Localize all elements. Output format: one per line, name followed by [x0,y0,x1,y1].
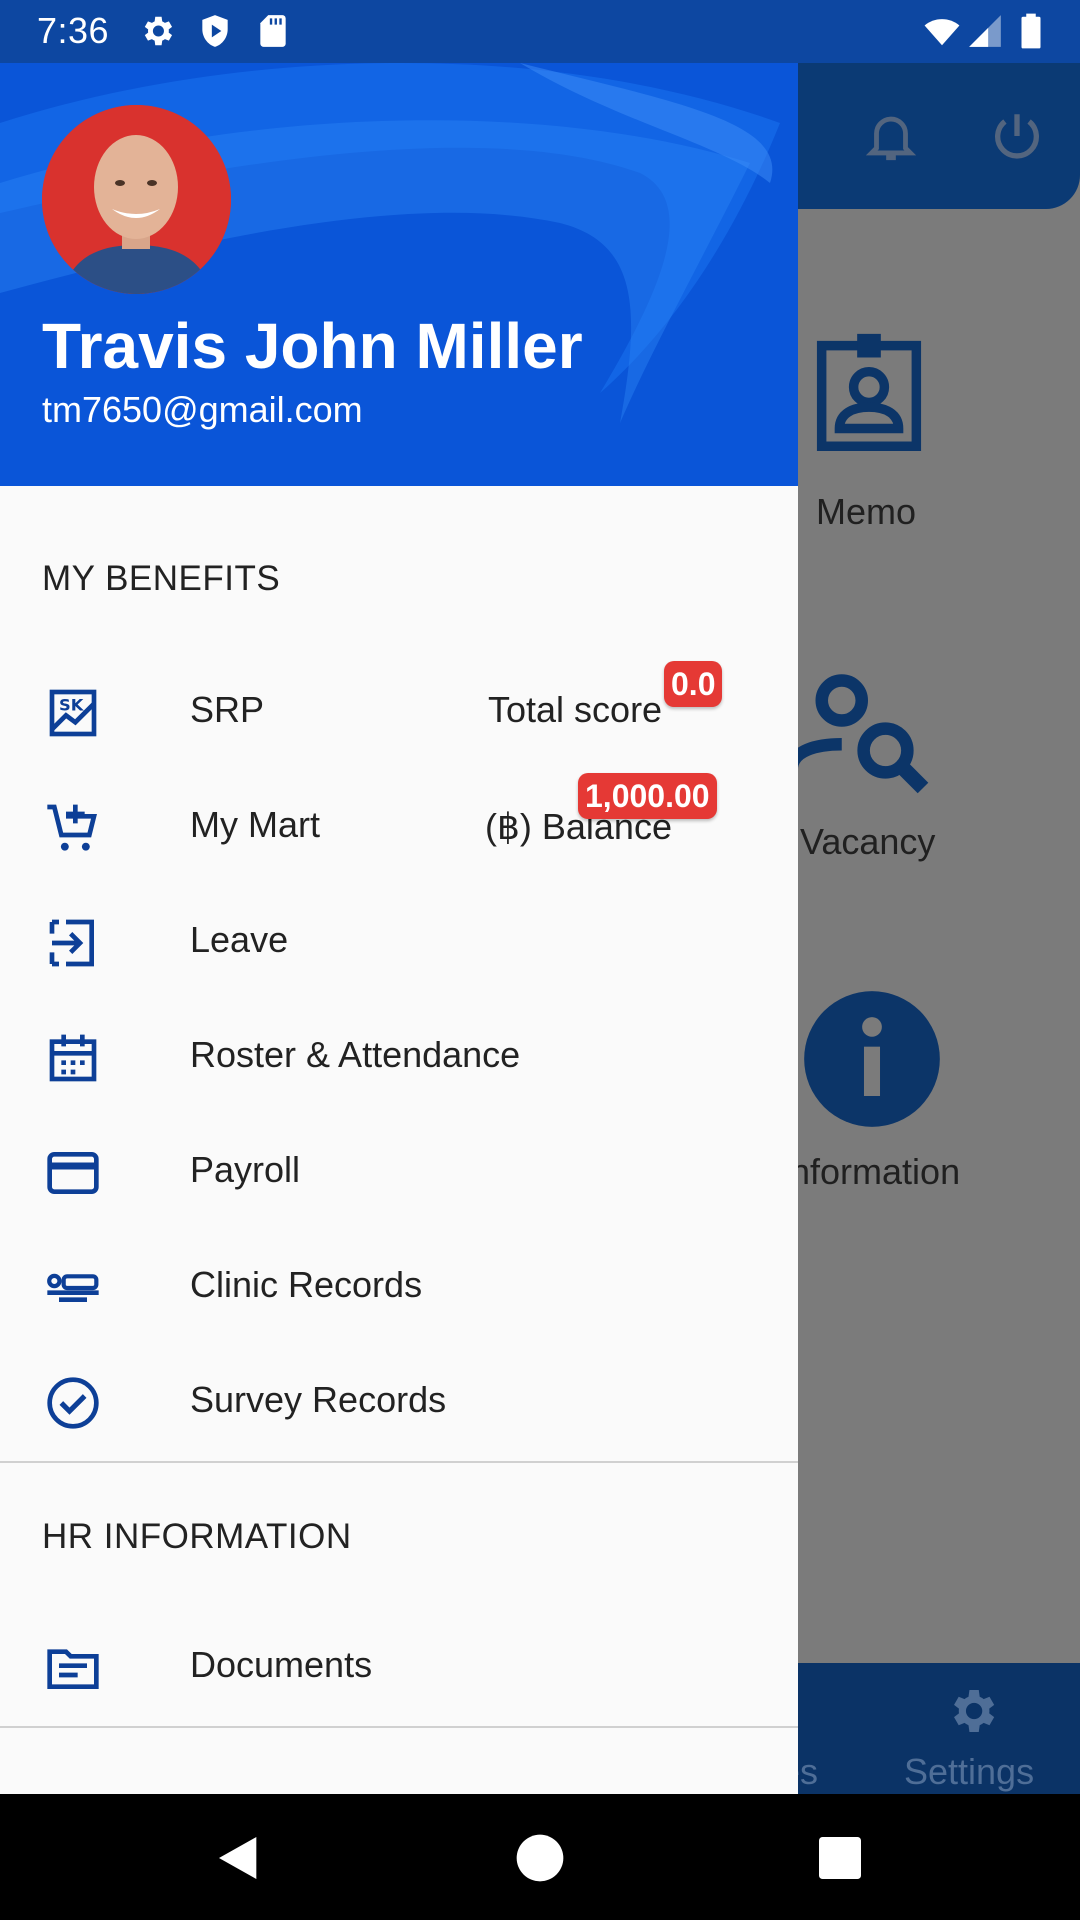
calendar-icon [44,1030,102,1086]
balance-badge: 1,000.00 [578,773,717,819]
score-badge: 0.0 [664,661,723,707]
menu-label: My Mart [190,804,320,845]
menu-label: Documents [190,1644,373,1685]
wifi-icon [920,12,964,50]
user-name: Travis John Miller [42,310,583,382]
menu-item-clinic-records[interactable]: Clinic Records [0,1236,798,1336]
badge-icon[interactable] [798,313,940,473]
section-divider [0,1726,798,1728]
battery-icon [1014,12,1048,50]
status-bar: 7:36 [0,0,1080,63]
bed-icon [44,1260,102,1316]
document-icon [44,1640,102,1696]
person-search-icon[interactable] [785,663,948,813]
avatar[interactable] [42,105,231,294]
tile-label-information: nformation [790,1151,961,1192]
menu-item-documents[interactable]: Documents [0,1616,798,1716]
system-navigation-bar [0,1794,1080,1920]
total-score-label: Total score [488,689,663,730]
section-title-hr-information: HR INFORMATION [42,1517,352,1556]
menu-label: SRP [190,689,265,730]
tile-label-memo: Memo [816,491,917,532]
svg-text:SK: SK [59,696,85,715]
leave-icon [44,915,102,971]
section-title-my-benefits: MY BENEFITS [42,559,281,598]
user-email: tm7650@gmail.com [42,389,363,430]
bottom-nav-settings-label[interactable]: Settings [904,1751,1034,1793]
menu-item-srp[interactable]: SK SRP Total score 0.0 [0,661,798,761]
recents-icon[interactable] [812,1830,868,1886]
bell-icon[interactable] [862,107,920,165]
srp-icon: SK [44,685,102,741]
menu-item-survey-records[interactable]: Survey Records [0,1351,798,1451]
menu-item-payroll[interactable]: Payroll [0,1121,798,1221]
add-cart-icon [44,800,102,856]
section-divider [0,1461,798,1463]
shield-play-icon [196,12,234,50]
menu-label: Clinic Records [190,1264,423,1305]
menu-label: Roster & Attendance [190,1034,521,1075]
gear-icon[interactable] [944,1683,1000,1739]
menu-label: Leave [190,919,289,960]
menu-label: Survey Records [190,1379,447,1420]
info-icon[interactable] [798,981,946,1137]
menu-item-roster-attendance[interactable]: Roster & Attendance [0,1006,798,1106]
check-circle-icon [44,1375,102,1431]
back-icon[interactable] [212,1830,268,1886]
tile-label-vacancy: Vacancy [800,821,936,862]
gear-icon [138,12,176,50]
status-time: 7:36 [37,10,110,51]
signal-icon [966,12,1004,50]
drawer-header: Travis John Miller tm7650@gmail.com [0,63,798,486]
credit-card-icon [44,1145,102,1201]
menu-item-my-mart[interactable]: My Mart (฿) Balance 1,000.00 [0,773,798,876]
navigation-drawer: Travis John Miller tm7650@gmail.com MY B… [0,63,798,1794]
menu-item-leave[interactable]: Leave [0,891,798,991]
home-icon[interactable] [512,1830,568,1886]
sd-card-icon [254,12,292,50]
menu-label: Payroll [190,1149,301,1190]
power-icon[interactable] [988,107,1046,165]
